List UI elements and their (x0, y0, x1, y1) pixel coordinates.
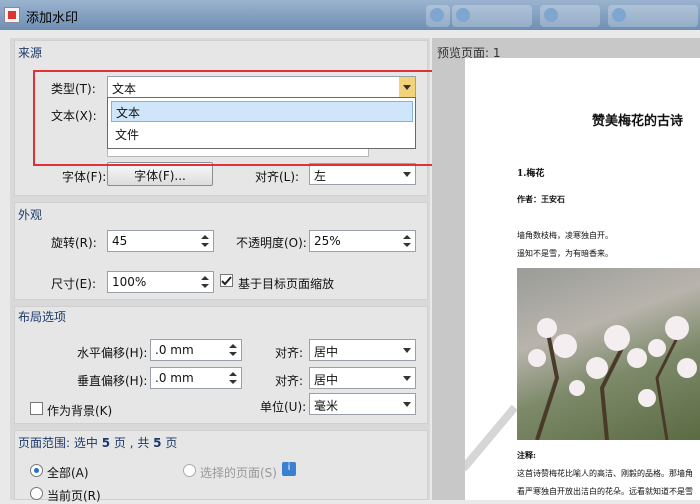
preview-page: 赞美梅花的古诗 1.梅花 作者：王安石 墙角数枝梅，凌寒独自开。 遥知不是雪，为… (465, 58, 700, 500)
opacity-label: 不透明度(O): (236, 236, 307, 250)
align-select-value: 左 (314, 169, 327, 183)
valign-select[interactable]: 居中 (309, 367, 416, 389)
voffset-value: .0 mm (155, 371, 194, 385)
background-label: 作为背景(K) (47, 404, 113, 418)
scale-label: 基于目标页面缩放 (238, 277, 335, 291)
selected-pages-radio[interactable] (183, 464, 196, 477)
chevron-down-icon[interactable] (399, 340, 415, 360)
valign-value: 居中 (314, 373, 339, 387)
spin-arrows-icon[interactable] (400, 232, 414, 250)
checkmark-icon (221, 276, 232, 286)
current-page-label: 当前页(R) (47, 489, 101, 503)
text-label: 文本(X): (51, 109, 97, 123)
spin-arrows-icon[interactable] (198, 273, 212, 291)
unit-label: 单位(U): (260, 400, 307, 414)
type-label: 类型(T): (51, 82, 96, 96)
appearance-group-title: 外观 (18, 208, 43, 222)
title-bar: 添加水印 (0, 0, 700, 30)
page-range-total: 5 (153, 436, 162, 450)
unit-value: 毫米 (314, 399, 339, 413)
chevron-down-icon[interactable] (399, 164, 415, 184)
taskbar-button-1[interactable] (426, 5, 450, 27)
chevron-down-icon[interactable] (399, 368, 415, 388)
watermark-preview (465, 404, 518, 472)
font-label: 字体(F): (62, 170, 107, 184)
rotation-label: 旋转(R): (51, 236, 97, 250)
halign-select[interactable]: 居中 (309, 339, 416, 361)
spin-arrows-icon[interactable] (226, 341, 240, 359)
info-icon[interactable]: i (282, 462, 296, 476)
hoffset-label: 水平偏移(H): (77, 346, 148, 360)
page-range-mid: 页 , 共 (113, 436, 150, 450)
spin-arrows-icon[interactable] (198, 232, 212, 250)
current-page-radio[interactable] (30, 487, 43, 500)
page-range-suffix: 页 (165, 436, 178, 450)
doc-title: 赞美梅花的古诗 (592, 114, 684, 129)
opacity-spinbox[interactable]: 25% (309, 230, 416, 252)
radio-dot-icon (34, 468, 39, 473)
halign-value: 居中 (314, 345, 339, 359)
rotation-value: 45 (112, 234, 128, 248)
doc-body-2: 看严寒独自开放出洁白的花朵。远看就知道不是雪 (517, 487, 693, 496)
valign-label: 对齐: (275, 374, 304, 388)
page-range-prefix: 页面范围: 选中 (18, 436, 98, 450)
doc-author: 作者：王安石 (517, 194, 565, 204)
type-select[interactable]: 文本 (107, 76, 416, 98)
scale-checkbox[interactable] (220, 274, 233, 287)
dropdown-option-file[interactable]: 文件 (111, 124, 413, 145)
taskbar-button-2[interactable] (452, 5, 532, 27)
selected-pages-label: 选择的页面(S) (200, 466, 277, 480)
chevron-down-icon[interactable] (399, 77, 415, 97)
hoffset-spinbox[interactable]: .0 mm (150, 339, 242, 361)
size-spinbox[interactable]: 100% (107, 271, 214, 293)
all-pages-label: 全部(A) (47, 466, 89, 480)
taskbar-button-3[interactable] (540, 5, 600, 27)
taskbar-button-4[interactable] (608, 5, 698, 27)
size-label: 尺寸(E): (51, 277, 96, 291)
layout-group-title: 布局选项 (18, 310, 67, 324)
align-label: 对齐(L): (255, 170, 300, 184)
background-checkbox[interactable] (30, 402, 43, 415)
source-group-title: 来源 (18, 46, 43, 60)
doc-line-2: 遥知不是雪，为有暗香来。 (517, 249, 613, 258)
dropdown-option-text[interactable]: 文本 (111, 101, 413, 122)
type-dropdown-list: 文本 文件 (107, 97, 416, 149)
font-button[interactable]: 字体(F)... (107, 162, 213, 186)
doc-line-1: 墙角数枝梅，凌寒独自开。 (517, 231, 613, 240)
doc-note-label: 注释: (517, 450, 536, 460)
plum-blossom-photo (517, 268, 700, 440)
doc-heading: 1.梅花 (517, 169, 545, 179)
align-select[interactable]: 左 (309, 163, 416, 185)
voffset-spinbox[interactable]: .0 mm (150, 367, 242, 389)
chevron-down-icon[interactable] (399, 394, 415, 414)
type-select-value: 文本 (112, 82, 137, 96)
halign-label: 对齐: (275, 346, 304, 360)
app-icon (4, 7, 20, 23)
page-range-selected: 5 (101, 436, 111, 450)
size-value: 100% (112, 275, 147, 289)
doc-body-1: 这首诗赞梅花比喻人的高洁、刚毅的品格。那墙角 (517, 469, 693, 478)
all-pages-radio[interactable] (30, 464, 43, 477)
spin-arrows-icon[interactable] (226, 369, 240, 387)
unit-select[interactable]: 毫米 (309, 393, 416, 415)
hoffset-value: .0 mm (155, 343, 194, 357)
opacity-value: 25% (314, 234, 341, 248)
window-title: 添加水印 (26, 11, 79, 26)
page-range-title: 页面范围: 选中 5 页 , 共 5 页 (18, 434, 177, 451)
rotation-spinbox[interactable]: 45 (107, 230, 214, 252)
voffset-label: 垂直偏移(H): (77, 374, 148, 388)
